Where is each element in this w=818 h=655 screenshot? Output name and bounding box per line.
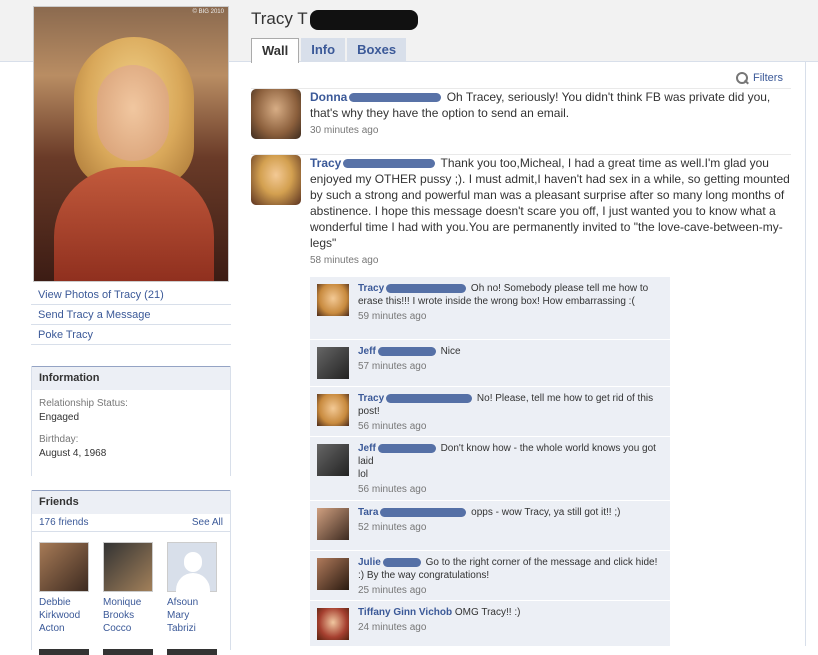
timestamp: 59 minutes ago — [358, 311, 427, 322]
avatar[interactable] — [317, 608, 349, 640]
profile-tabs: Wall Info Boxes — [251, 38, 407, 63]
actor-name[interactable]: Tracy — [358, 393, 384, 404]
friend-name[interactable]: Debbie Kirkwood Acton — [39, 596, 89, 635]
default-avatar-icon[interactable] — [167, 542, 217, 593]
actor-name[interactable]: Tara — [358, 507, 378, 518]
friends-panel: Friends 176 friends See All Debbie Kirkw… — [31, 490, 231, 655]
comment: Tiffany Ginn Vichob OMG Tracy!! :) 24 mi… — [310, 601, 670, 647]
avatar[interactable] — [317, 284, 349, 316]
send-message-link[interactable]: Send Tracy a Message — [31, 305, 231, 325]
photo-face — [97, 65, 169, 161]
name-redaction — [343, 159, 436, 169]
friend-name[interactable]: Afsoun Mary Tabrizi — [167, 596, 217, 635]
name-redaction — [349, 93, 442, 103]
friend-row-partial — [32, 635, 230, 655]
filters-button[interactable]: Filters — [736, 72, 783, 84]
timestamp: 56 minutes ago — [358, 421, 427, 432]
profile-name-text: Tracy T — [251, 9, 308, 28]
profile-actions: View Photos of Tracy (21) Send Tracy a M… — [31, 285, 231, 345]
information-panel: Information Relationship Status: Engaged… — [31, 366, 231, 476]
tab-wall[interactable]: Wall — [251, 38, 300, 63]
name-redaction — [309, 9, 418, 30]
timestamp: 52 minutes ago — [358, 522, 427, 533]
timestamp[interactable]: 30 minutes ago — [310, 123, 790, 139]
comment: Tracy No! Please, tell me how to get rid… — [310, 387, 670, 437]
comment: Jeff Don't know how - the whole world kn… — [310, 437, 670, 501]
name-redaction — [382, 557, 421, 567]
timestamp: 57 minutes ago — [358, 361, 427, 372]
avatar[interactable] — [317, 347, 349, 379]
friend-avatar-partial — [167, 649, 217, 655]
filters-label: Filters — [753, 72, 783, 84]
timestamp: 56 minutes ago — [358, 484, 427, 495]
friend-name[interactable]: Monique Brooks Cocco — [103, 596, 153, 635]
avatar[interactable] — [251, 89, 301, 139]
relationship-label: Relationship Status: — [39, 398, 128, 409]
name-redaction — [377, 346, 436, 356]
actor-name[interactable]: Julie — [358, 557, 381, 568]
actor-name[interactable]: Tiffany Ginn Vichob — [358, 607, 452, 618]
actor-name[interactable]: Tracy — [358, 283, 384, 294]
actor-name[interactable]: Jeff — [358, 443, 376, 454]
friend-avatar[interactable] — [103, 542, 153, 592]
avatar[interactable] — [317, 394, 349, 426]
search-icon — [736, 72, 748, 84]
birthday-label: Birthday: — [39, 434, 79, 445]
comment-text: opps - wow Tracy, ya still got it!! ;) — [471, 507, 621, 518]
friends-count-link[interactable]: 176 friends — [39, 517, 88, 528]
tab-info[interactable]: Info — [301, 38, 346, 62]
avatar[interactable] — [317, 508, 349, 540]
photo-body — [54, 167, 214, 281]
friend-avatar-partial — [103, 649, 153, 655]
avatar[interactable] — [317, 444, 349, 476]
comment-text: Nice — [440, 346, 461, 357]
comment-text: OMG Tracy!! :) — [454, 607, 521, 618]
comment: Tracy Oh no! Somebody please tell me how… — [310, 277, 670, 340]
name-redaction — [386, 283, 467, 293]
right-edge — [805, 62, 818, 646]
actor-name[interactable]: Donna — [310, 90, 347, 104]
friends-title: Friends — [32, 490, 230, 514]
birthday-value: August 4, 1968 — [39, 448, 107, 459]
comment: Tara opps - wow Tracy, ya still got it!!… — [310, 501, 670, 551]
view-photos-link[interactable]: View Photos of Tracy (21) — [31, 285, 231, 305]
photo-watermark: © BIG 2010 — [192, 9, 224, 15]
friend-avatar[interactable] — [39, 542, 89, 592]
name-redaction — [386, 393, 473, 403]
left-column: © BIG 2010 View Photos of Tracy (21) Sen… — [31, 0, 231, 655]
comment-thread: Tracy Oh no! Somebody please tell me how… — [310, 277, 670, 647]
wall-story: Donna Oh Tracey, seriously! You didn't t… — [251, 88, 791, 144]
relationship-value: Engaged — [39, 412, 80, 423]
poke-link[interactable]: Poke Tracy — [31, 325, 231, 345]
avatar[interactable] — [317, 558, 349, 590]
timestamp: 24 minutes ago — [358, 622, 427, 633]
timestamp: 25 minutes ago — [358, 585, 427, 596]
avatar[interactable] — [251, 155, 301, 205]
comment: Julie Go to the right corner of the mess… — [310, 551, 670, 601]
see-all-link[interactable]: See All — [192, 517, 223, 528]
friend-card[interactable]: Monique Brooks Cocco — [103, 542, 153, 635]
timestamp[interactable]: 58 minutes ago — [310, 253, 790, 269]
wall-story: Tracy Thank you too,Micheal, I had a gre… — [251, 154, 791, 272]
friend-avatar-partial — [39, 649, 89, 655]
name-redaction — [380, 507, 467, 517]
comment: Jeff Nice 57 minutes ago — [310, 340, 670, 387]
friend-card[interactable]: Debbie Kirkwood Acton — [39, 542, 89, 635]
friend-card[interactable]: Afsoun Mary Tabrizi — [167, 542, 217, 635]
profile-photo[interactable]: © BIG 2010 — [33, 6, 229, 282]
profile-name: Tracy T — [251, 9, 418, 30]
name-redaction — [377, 443, 436, 453]
tab-boxes[interactable]: Boxes — [347, 38, 407, 62]
information-title: Information — [32, 366, 230, 390]
actor-name[interactable]: Tracy — [310, 156, 341, 170]
actor-name[interactable]: Jeff — [358, 346, 376, 357]
story-text: Thank you too,Micheal, I had a great tim… — [310, 156, 790, 250]
